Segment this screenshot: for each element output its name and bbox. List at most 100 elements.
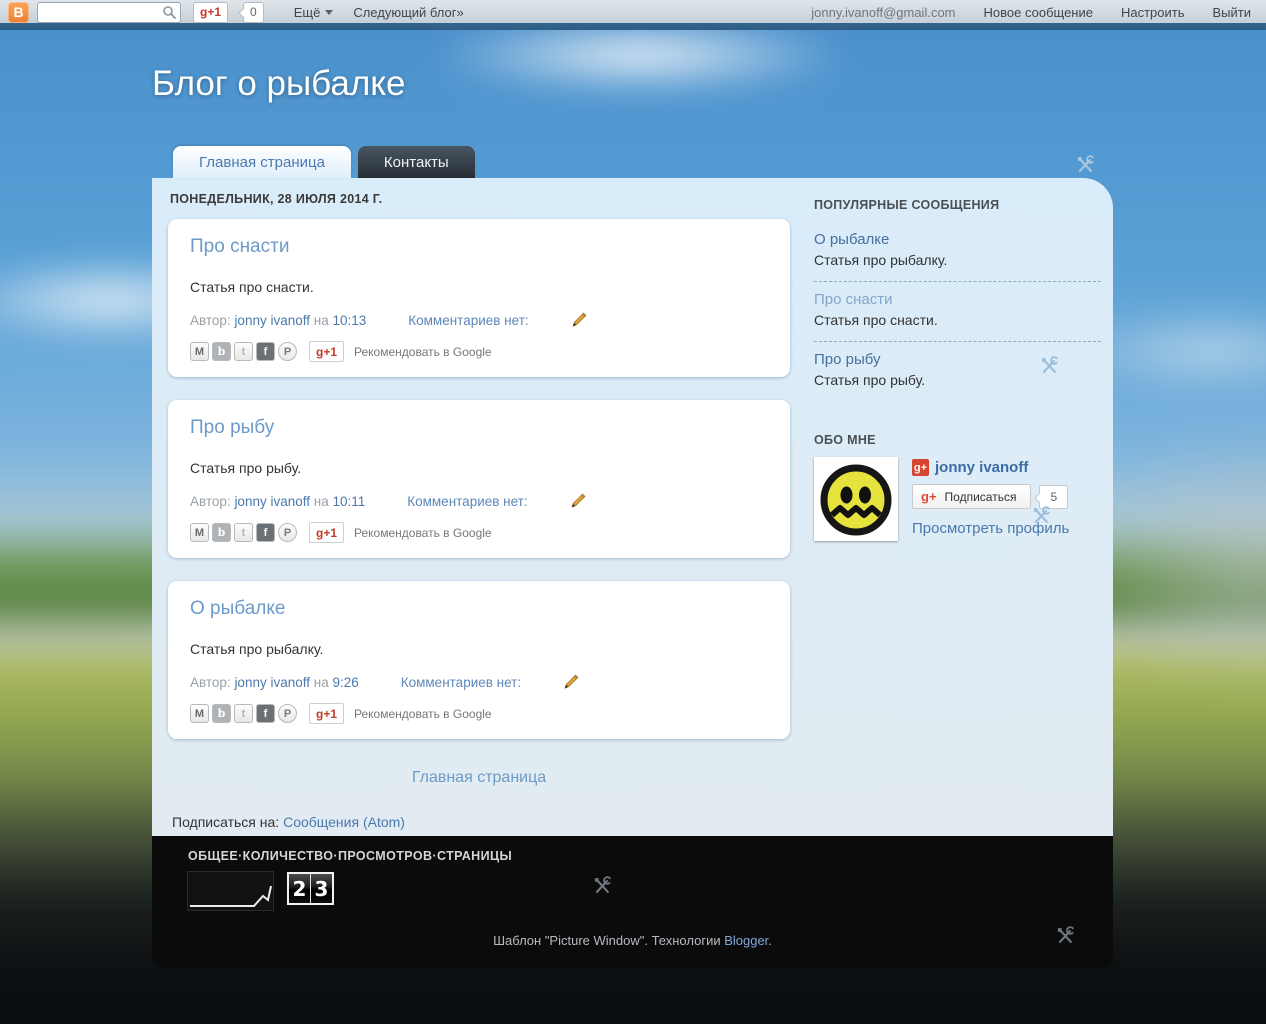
timestamp-link[interactable]: 9:26: [332, 675, 358, 690]
navbar-plusone-button[interactable]: g+1: [193, 2, 228, 23]
avatar: [814, 457, 898, 541]
on-label: на: [310, 494, 332, 509]
post-body: Статья про рыбу.: [190, 460, 768, 476]
attribution-text: Шаблон "Picture Window". Технологии: [493, 933, 724, 948]
gplus-badge-icon: g+: [912, 459, 929, 476]
recommend-label: Рекомендовать в Google: [354, 707, 492, 721]
popular-post-link[interactable]: Про снасти: [814, 291, 1101, 308]
footer: ОБЩЕЕ·КОЛИЧЕСТВО·ПРОСМОТРОВ·СТРАНИЦЫ 2 3…: [152, 836, 1113, 968]
new-post-link[interactable]: Новое сообщение: [984, 5, 1093, 20]
atom-feed-link[interactable]: Сообщения (Atom): [283, 814, 405, 830]
pageviews-counter: 2 3: [287, 872, 334, 905]
share-email-icon[interactable]: M: [190, 523, 209, 542]
recommend-label: Рекомендовать в Google: [354, 345, 492, 359]
share-facebook-icon[interactable]: f: [256, 523, 275, 542]
share-email-icon[interactable]: M: [190, 342, 209, 361]
signout-link[interactable]: Выйти: [1213, 5, 1252, 20]
tab-bar: Главная страница Контакты: [173, 146, 475, 178]
blog-pager: Главная страница: [168, 769, 790, 787]
share-twitter-icon[interactable]: t: [234, 342, 253, 361]
main-panel: ПОНЕДЕЛЬНИК, 28 ИЮЛЯ 2014 Г. Про снасти …: [152, 178, 1113, 968]
share-twitter-icon[interactable]: t: [234, 523, 253, 542]
share-blogthis-icon[interactable]: b: [212, 342, 231, 361]
plusone-button[interactable]: g+1: [309, 703, 344, 724]
gplus-follow-button[interactable]: g+ Подписаться: [912, 484, 1031, 509]
share-blogthis-icon[interactable]: b: [212, 523, 231, 542]
post-body: Статья про снасти.: [190, 279, 768, 295]
timestamp-link[interactable]: 10:11: [332, 494, 365, 509]
search-icon[interactable]: [162, 5, 176, 19]
next-blog-link[interactable]: Следующий блог»: [353, 5, 463, 20]
attribution: Шаблон "Picture Window". Технологии Blog…: [152, 933, 1113, 948]
share-row: M b t f P g+1 Рекомендовать в Google: [190, 341, 768, 362]
blogger-navbar: B g+1 0 Ещё Следующий блог» jonny.ivanof…: [0, 0, 1266, 30]
follow-label: Подписаться: [945, 490, 1017, 504]
share-facebook-icon[interactable]: f: [256, 704, 275, 723]
pager-home-link[interactable]: Главная страница: [412, 769, 546, 786]
post-card: Про снасти Статья про снасти. Автор: jon…: [168, 219, 790, 377]
author-link[interactable]: jonny ivanoff: [234, 494, 310, 509]
on-label: на: [310, 675, 332, 690]
pageviews-title: ОБЩЕЕ·КОЛИЧЕСТВО·ПРОСМОТРОВ·СТРАНИЦЫ: [188, 849, 1113, 863]
post-title-link[interactable]: О рыбалке: [190, 598, 768, 620]
sidebar: ПОПУЛЯРНЫЕ СООБЩЕНИЯ О рыбалке Статья пр…: [814, 184, 1101, 830]
quick-edit-stats-icon[interactable]: [592, 876, 612, 896]
counter-digit: 3: [310, 874, 332, 903]
blogger-link[interactable]: Blogger: [724, 933, 768, 948]
blogger-logo-icon[interactable]: B: [8, 2, 29, 23]
post-meta: Автор: jonny ivanoff на 10:13 Комментари…: [190, 312, 768, 328]
timestamp-link[interactable]: 10:13: [332, 313, 366, 328]
plusone-button[interactable]: g+1: [309, 522, 344, 543]
edit-post-icon[interactable]: [570, 493, 586, 509]
author-link[interactable]: jonny ivanoff: [234, 313, 310, 328]
comments-link[interactable]: Комментариев нет:: [408, 313, 528, 328]
quick-edit-attribution-icon[interactable]: [1055, 926, 1075, 946]
author-link[interactable]: jonny ivanoff: [234, 675, 310, 690]
plusone-button[interactable]: g+1: [309, 341, 344, 362]
popular-post-item: Про снасти Статья про снасти.: [814, 282, 1101, 342]
page-title[interactable]: Блог о рыбалке: [152, 64, 405, 104]
edit-post-icon[interactable]: [563, 674, 579, 690]
search-input[interactable]: [37, 2, 181, 23]
gplus-icon: g+: [921, 489, 937, 504]
navbar-more-menu[interactable]: Ещё: [294, 5, 334, 20]
share-pinterest-icon[interactable]: P: [278, 342, 297, 361]
navbar-search: [37, 2, 181, 23]
quick-edit-pages-icon[interactable]: [1075, 155, 1095, 175]
plusone-count-badge: 0: [243, 2, 264, 23]
customize-link[interactable]: Настроить: [1121, 5, 1185, 20]
post-card: Про рыбу Статья про рыбу. Автор: jonny i…: [168, 400, 790, 558]
popular-post-link[interactable]: О рыбалке: [814, 231, 1101, 248]
quick-edit-popular-icon[interactable]: [1039, 356, 1059, 376]
share-facebook-icon[interactable]: f: [256, 342, 275, 361]
share-twitter-icon[interactable]: t: [234, 704, 253, 723]
on-label: на: [310, 313, 332, 328]
author-label: Автор:: [190, 313, 234, 328]
post-meta: Автор: jonny ivanoff на 9:26 Комментарие…: [190, 674, 768, 690]
comments-link[interactable]: Комментариев нет:: [407, 494, 527, 509]
edit-post-icon[interactable]: [571, 312, 587, 328]
share-pinterest-icon[interactable]: P: [278, 523, 297, 542]
user-email: jonny.ivanoff@gmail.com: [811, 5, 955, 20]
comments-link[interactable]: Комментариев нет:: [401, 675, 521, 690]
recommend-label: Рекомендовать в Google: [354, 526, 492, 540]
post-meta: Автор: jonny ivanoff на 10:11 Комментари…: [190, 493, 768, 509]
share-pinterest-icon[interactable]: P: [278, 704, 297, 723]
author-label: Автор:: [190, 675, 234, 690]
feed-subscribe: Подписаться на: Сообщения (Atom): [172, 814, 790, 830]
post-title-link[interactable]: Про снасти: [190, 236, 768, 258]
quick-edit-about-icon[interactable]: [1031, 506, 1051, 526]
popular-post-snippet: Статья про снасти.: [814, 312, 1101, 328]
profile-name-link[interactable]: jonny ivanoff: [935, 459, 1028, 476]
post-card: О рыбалке Статья про рыбалку. Автор: jon…: [168, 581, 790, 739]
share-blogthis-icon[interactable]: b: [212, 704, 231, 723]
post-body: Статья про рыбалку.: [190, 641, 768, 657]
popular-post-item: О рыбалке Статья про рыбалку.: [814, 222, 1101, 282]
tab-contacts[interactable]: Контакты: [358, 146, 475, 178]
attribution-period: .: [768, 933, 772, 948]
tab-home[interactable]: Главная страница: [173, 146, 351, 178]
post-title-link[interactable]: Про рыбу: [190, 417, 768, 439]
more-label: Ещё: [294, 5, 321, 20]
share-email-icon[interactable]: M: [190, 704, 209, 723]
content-area: ПОНЕДЕЛЬНИК, 28 ИЮЛЯ 2014 Г. Про снасти …: [152, 178, 1113, 836]
